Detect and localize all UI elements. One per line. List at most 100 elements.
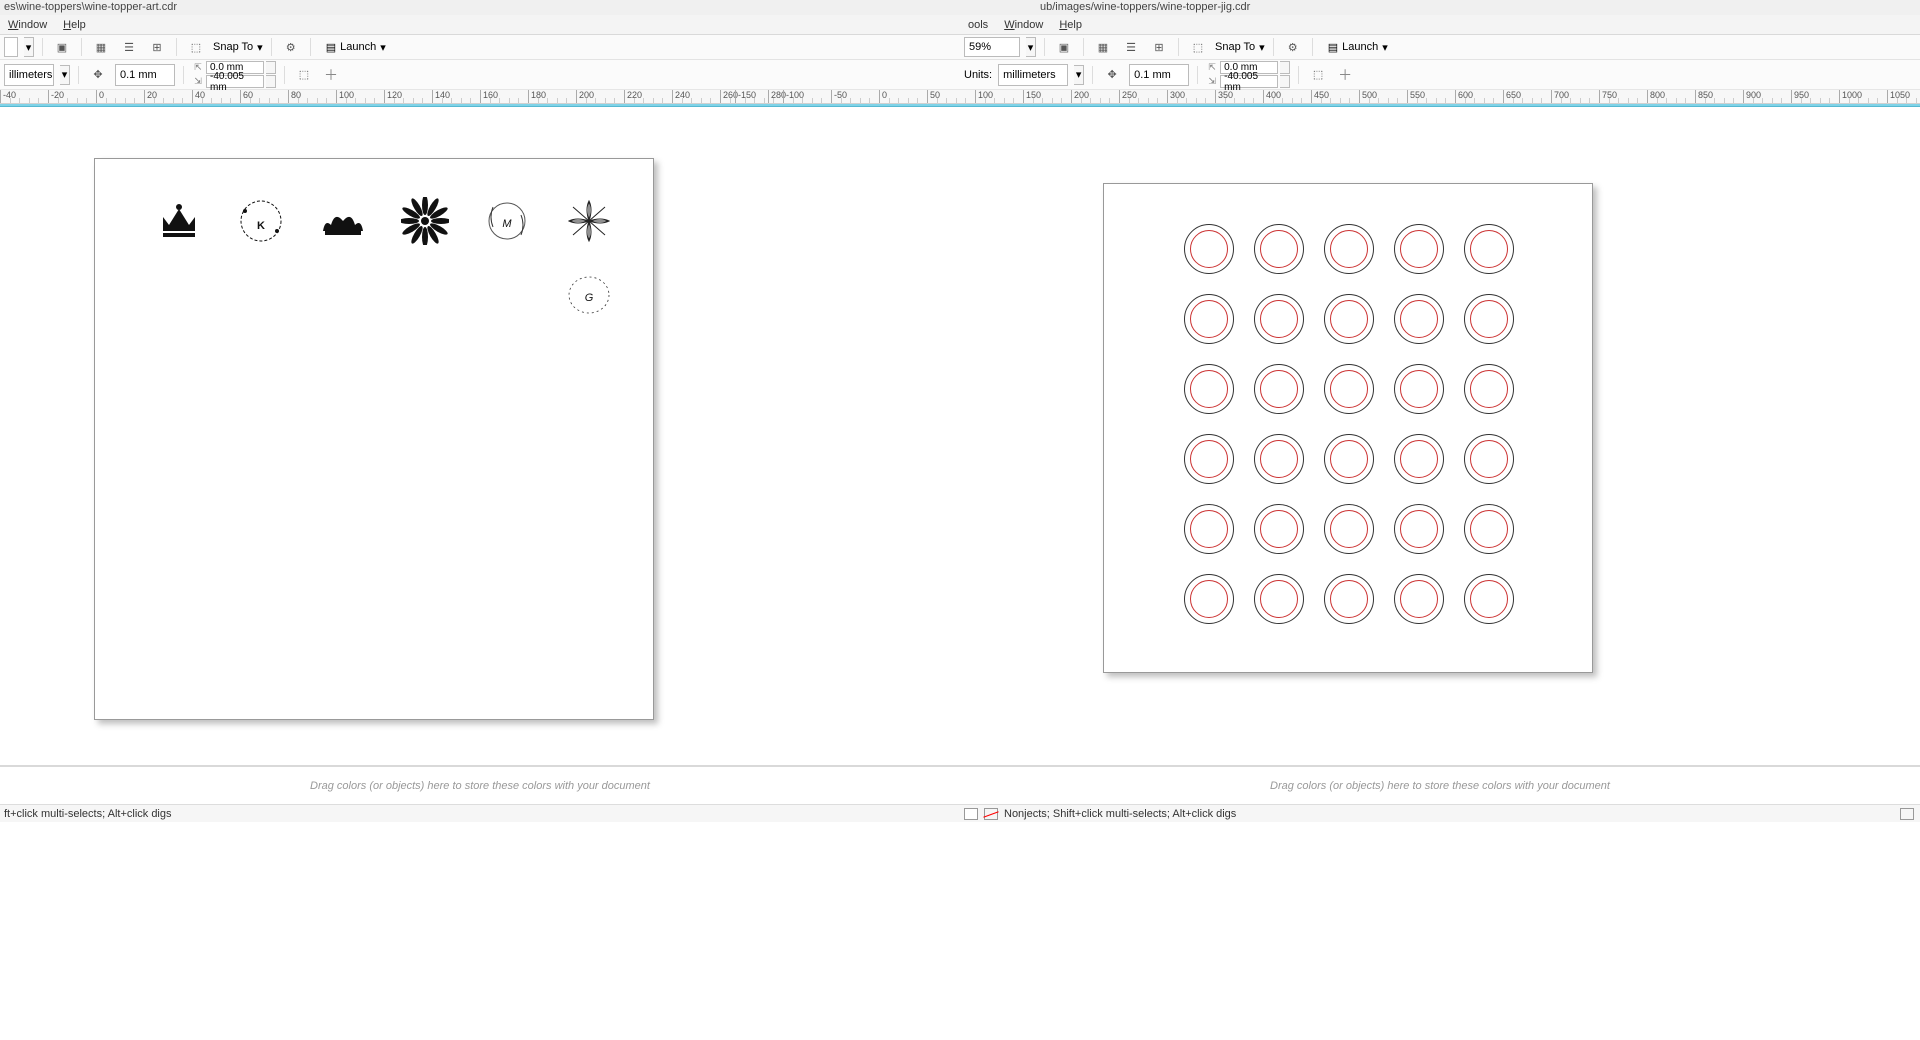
art-flower[interactable] xyxy=(401,197,449,245)
jig-circle[interactable] xyxy=(1254,574,1304,624)
treat-as-filled-icon[interactable]: ⬚ xyxy=(293,64,315,86)
jig-circle[interactable] xyxy=(1184,574,1234,624)
snap-icon[interactable]: ⬚ xyxy=(185,36,207,58)
jig-circle[interactable] xyxy=(1394,294,1444,344)
treat-as-filled-icon-r[interactable]: ⬚ xyxy=(1307,64,1329,86)
jig-circle[interactable] xyxy=(1254,504,1304,554)
jig-circle[interactable] xyxy=(1324,504,1374,554)
jig-circle[interactable] xyxy=(1324,574,1374,624)
snap-icon-r[interactable]: ⬚ xyxy=(1187,36,1209,58)
menu-right: ools Window Help xyxy=(960,15,1920,34)
add-btn-left[interactable]: ＋ xyxy=(321,65,341,85)
dup-y-left[interactable]: -40.005 mm xyxy=(206,75,264,88)
jig-circle[interactable] xyxy=(1254,434,1304,484)
fill-swatch-icon[interactable] xyxy=(964,808,978,820)
fullscreen-icon-r[interactable]: ▣ xyxy=(1053,36,1075,58)
align-icon-r[interactable]: ⊞ xyxy=(1148,36,1170,58)
tray-right[interactable]: Drag colors (or objects) here to store t… xyxy=(960,767,1920,804)
property-bar: illimeters ▾ ✥ 0.1 mm ⇱0.0 mm ⇲-40.005 m… xyxy=(0,60,1920,90)
canvas-right[interactable] xyxy=(960,107,1920,765)
toolbar-1: ▾ ▣ ▦ ☰ ⊞ ⬚ Snap To ▾ ⚙ ▤ Launch ▾ 59% ▾… xyxy=(0,35,1920,60)
units-select-left[interactable]: illimeters xyxy=(4,64,54,86)
jig-circle[interactable] xyxy=(1394,574,1444,624)
jig-circle[interactable] xyxy=(1184,504,1234,554)
dup-y-right[interactable]: -40.005 mm xyxy=(1220,75,1278,88)
zoom-level-right[interactable]: 59% xyxy=(964,37,1020,57)
svg-text:G: G xyxy=(585,292,594,304)
nudge-value-left[interactable]: 0.1 mm xyxy=(115,64,175,86)
snap-to-r[interactable]: Snap To ▾ xyxy=(1215,41,1265,54)
jig-circle[interactable] xyxy=(1184,364,1234,414)
snap-to[interactable]: Snap To ▾ xyxy=(213,41,263,54)
menubar: Window Help ools Window Help xyxy=(0,15,1920,35)
jig-circle[interactable] xyxy=(1184,294,1234,344)
menu-help-r[interactable]: Help xyxy=(1059,19,1082,31)
nudge-value-right[interactable]: 0.1 mm xyxy=(1129,64,1189,86)
add-btn-right[interactable]: ＋ xyxy=(1335,65,1355,85)
color-swatch-end-icon[interactable] xyxy=(1900,808,1914,820)
jig-circle[interactable] xyxy=(1464,364,1514,414)
jig-circle[interactable] xyxy=(1254,224,1304,274)
art-row: K M xyxy=(155,197,613,245)
units-select-right[interactable]: millimeters xyxy=(998,64,1068,86)
jig-circle[interactable] xyxy=(1464,294,1514,344)
zoom-dd-right[interactable]: ▾ xyxy=(1026,37,1036,57)
jig-circle[interactable] xyxy=(1394,224,1444,274)
tray-left[interactable]: Drag colors (or objects) here to store t… xyxy=(0,767,960,804)
jig-circle[interactable] xyxy=(1324,434,1374,484)
jig-circle[interactable] xyxy=(1394,504,1444,554)
jig-circle[interactable] xyxy=(1254,294,1304,344)
menu-tools[interactable]: ools xyxy=(968,19,988,31)
jig-circle[interactable] xyxy=(1184,434,1234,484)
menu-window-r[interactable]: Window xyxy=(1004,19,1043,31)
color-tray: Drag colors (or objects) here to store t… xyxy=(0,765,1920,804)
jig-circle[interactable] xyxy=(1254,364,1304,414)
prop-left: illimeters ▾ ✥ 0.1 mm ⇱0.0 mm ⇲-40.005 m… xyxy=(0,60,960,89)
options-icon-r[interactable]: ⚙ xyxy=(1282,36,1304,58)
canvas-left[interactable]: K M G xyxy=(0,107,960,765)
grid-icon-r[interactable]: ▦ xyxy=(1092,36,1114,58)
jig-circle[interactable] xyxy=(1324,364,1374,414)
svg-text:K: K xyxy=(257,220,265,232)
jig-circle[interactable] xyxy=(1324,294,1374,344)
launch-button-r[interactable]: ▤ Launch ▾ xyxy=(1321,38,1395,57)
jig-circle[interactable] xyxy=(1464,434,1514,484)
zoom-dd-left[interactable]: ▾ xyxy=(24,37,34,57)
nudge-icon: ✥ xyxy=(87,64,109,86)
menu-left: Window Help xyxy=(0,15,960,34)
duplicate-distance-right: ⇱0.0 mm ⇲-40.005 mm xyxy=(1206,61,1290,88)
art-poinsettia[interactable] xyxy=(565,197,613,245)
menu-window[interactable]: Window xyxy=(8,19,47,31)
zoom-level-left[interactable] xyxy=(4,37,18,57)
grid-icon[interactable]: ▦ xyxy=(90,36,112,58)
status-bar: ft+click multi-selects; Alt+click digs N… xyxy=(0,804,1920,822)
jig-circle[interactable] xyxy=(1394,364,1444,414)
guides-icon-r[interactable]: ☰ xyxy=(1120,36,1142,58)
jig-circle[interactable] xyxy=(1464,574,1514,624)
titlebar: es\wine-toppers\wine-topper-art.cdr ub/i… xyxy=(0,0,1920,15)
title-left: es\wine-toppers\wine-topper-art.cdr xyxy=(0,0,960,15)
outline-swatch-icon[interactable] xyxy=(984,808,998,820)
launch-button[interactable]: ▤ Launch ▾ xyxy=(319,38,393,57)
toolbar-right: 59% ▾ ▣ ▦ ☰ ⊞ ⬚ Snap To ▾ ⚙ ▤ Launch ▾ xyxy=(960,35,1920,59)
jig-circle[interactable] xyxy=(1394,434,1444,484)
page-left: K M G xyxy=(94,158,654,720)
art-crown-2[interactable] xyxy=(319,197,367,245)
units-dd-left[interactable]: ▾ xyxy=(60,65,70,85)
align-icon[interactable]: ⊞ xyxy=(146,36,168,58)
guides-icon[interactable]: ☰ xyxy=(118,36,140,58)
art-monogram-g[interactable]: G xyxy=(565,271,613,319)
jig-circle[interactable] xyxy=(1184,224,1234,274)
art-crown-1[interactable] xyxy=(155,197,203,245)
jig-circle[interactable] xyxy=(1464,224,1514,274)
units-dd-right[interactable]: ▾ xyxy=(1074,65,1084,85)
art-monogram-k[interactable]: K xyxy=(237,197,285,245)
art-monogram-m[interactable]: M xyxy=(483,197,531,245)
fullscreen-icon[interactable]: ▣ xyxy=(51,36,73,58)
jig-circle[interactable] xyxy=(1324,224,1374,274)
jig-circle[interactable] xyxy=(1464,504,1514,554)
options-icon[interactable]: ⚙ xyxy=(280,36,302,58)
ruler-horizontal: -40-200204060801001201401601802002202402… xyxy=(0,90,1920,104)
menu-help[interactable]: Help xyxy=(63,19,86,31)
workspace: K M G xyxy=(0,107,1920,765)
